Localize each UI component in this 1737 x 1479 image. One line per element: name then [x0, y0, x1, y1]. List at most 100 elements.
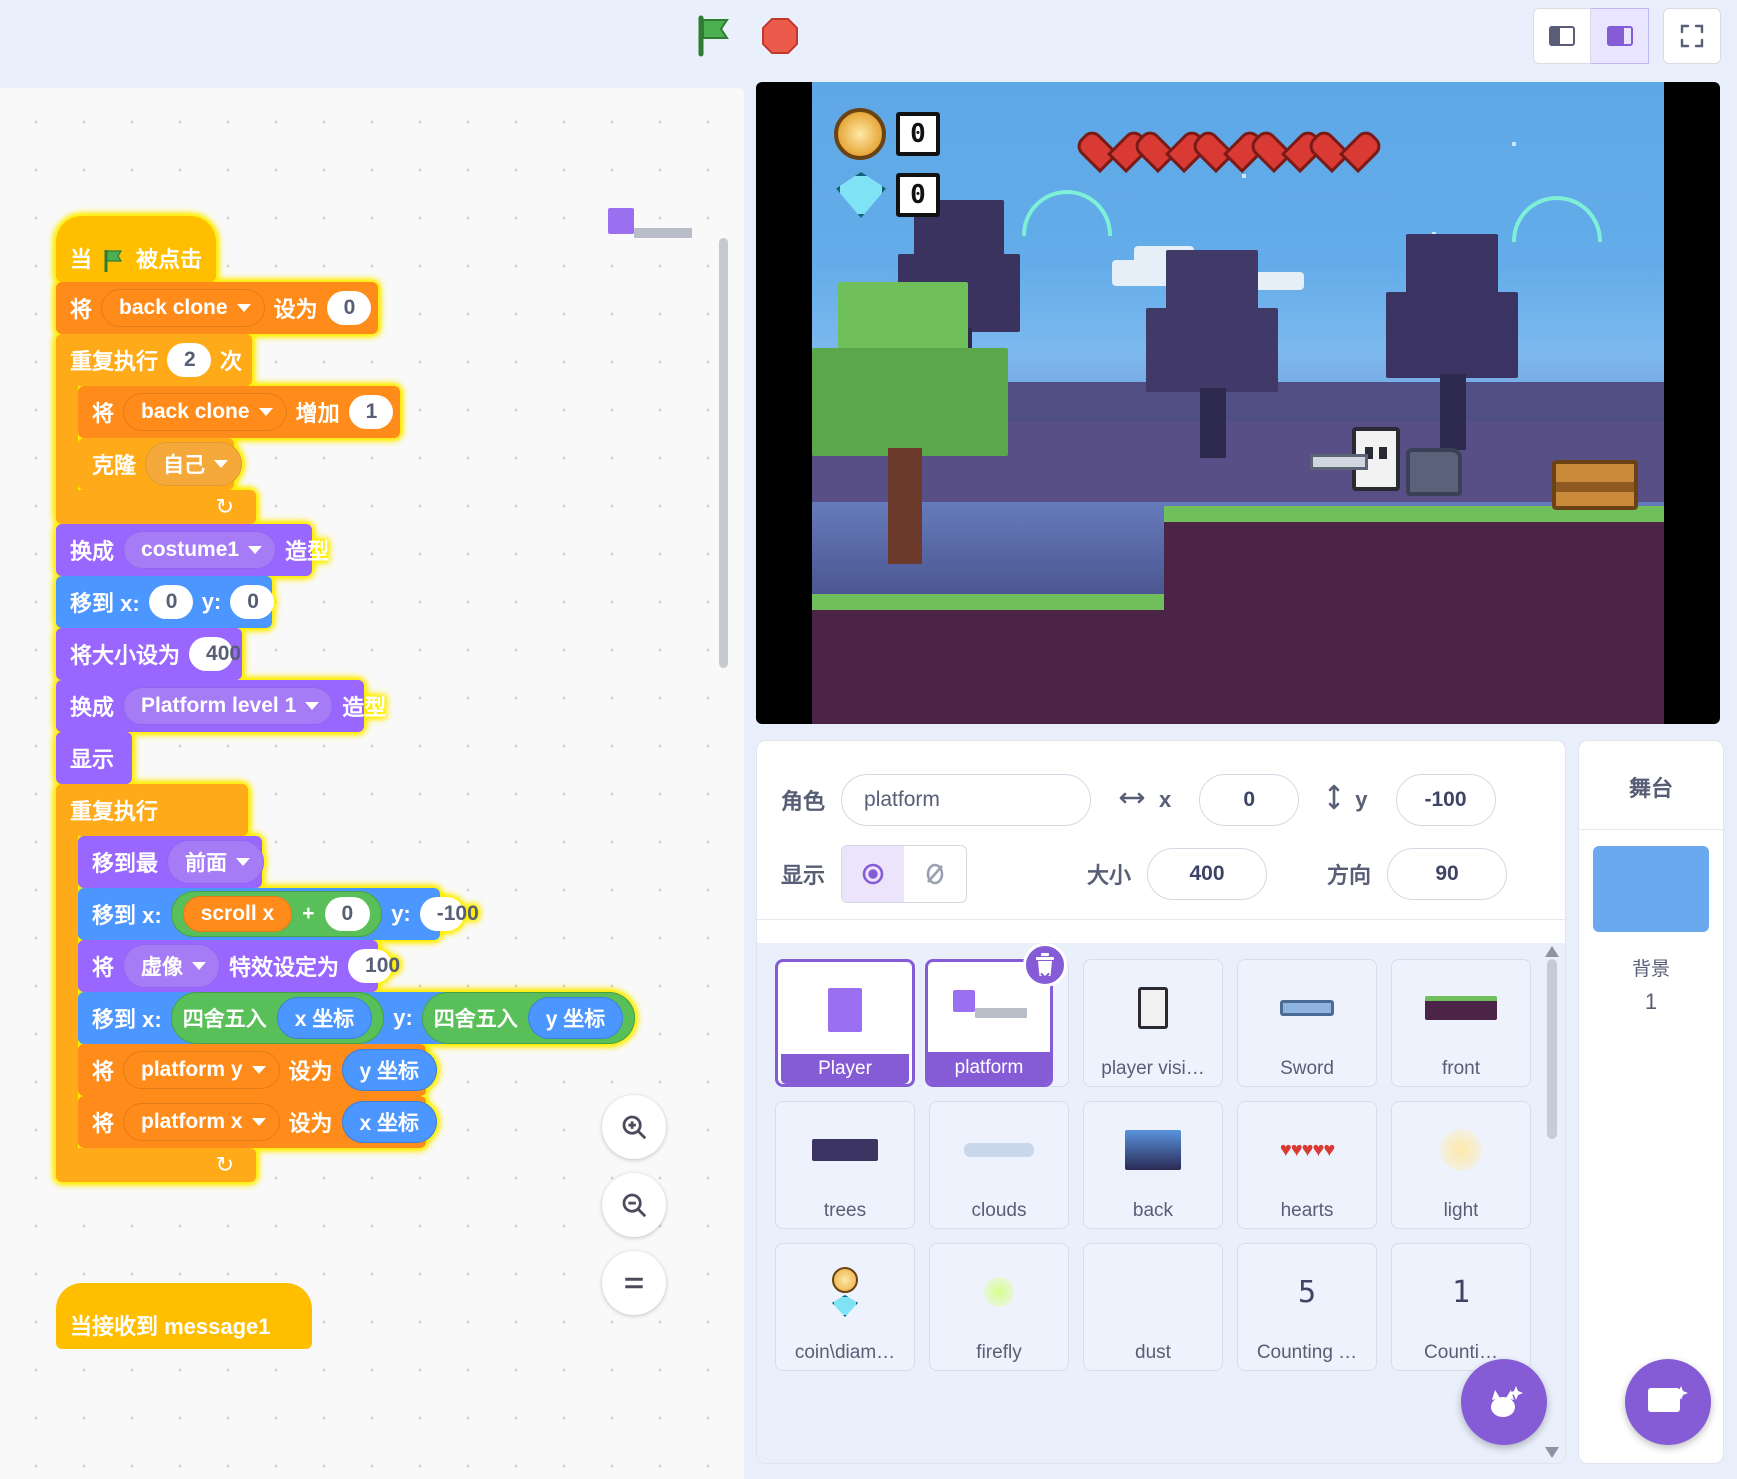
code-area[interactable]: 当 被点击 将 back clone 设为 0 重复执行 2 次 将 back …	[0, 0, 744, 1479]
forever-header[interactable]: 重复执行	[56, 784, 248, 836]
operator-round-x[interactable]: 四舍五入 x 坐标	[170, 992, 385, 1044]
reporter-x-position[interactable]: x 坐标	[341, 1101, 438, 1143]
effect-value-input[interactable]: 100	[348, 948, 400, 984]
effect-dropdown[interactable]: 虚像	[123, 944, 221, 988]
stage-canvas[interactable]: 0 0	[812, 82, 1664, 724]
layout-small-stage-button[interactable]	[1533, 8, 1591, 64]
sprite-card-firefly[interactable]: firefly	[929, 1243, 1069, 1371]
sprite-card-player[interactable]: Player	[775, 959, 915, 1087]
block-show[interactable]: 显示	[56, 732, 132, 784]
zoom-out-button[interactable]	[602, 1173, 666, 1237]
addend-input[interactable]: 0	[324, 896, 371, 932]
scroll-up-arrow-icon[interactable]	[1545, 945, 1559, 959]
block-switch-costume-costume1[interactable]: 换成 costume1 造型	[56, 524, 329, 576]
zoom-controls[interactable]	[602, 1095, 666, 1329]
repeat-header[interactable]: 重复执行 2 次	[56, 334, 252, 386]
show-visible-button[interactable]	[842, 846, 905, 902]
chevron-down-icon	[214, 460, 229, 468]
sprite-card-light[interactable]: light	[1391, 1101, 1531, 1229]
forever-body[interactable]: 移到最 前面 移到 x: scroll x + 0 y: -100 将 虚像 特…	[78, 836, 636, 1148]
y-input[interactable]: -100	[1395, 774, 1496, 826]
sprite-list-scrollbar[interactable]	[1547, 959, 1557, 1139]
sprite-card-back[interactable]: back	[1083, 1101, 1223, 1229]
sprite-card-coin-diamond[interactable]: coin\diam…	[775, 1243, 915, 1371]
sprite-card-hearts[interactable]: ♥♥♥♥♥ hearts	[1237, 1101, 1377, 1229]
sprite-card-counting-1[interactable]: 5 Counting …	[1237, 1243, 1377, 1371]
repeat-count-input[interactable]: 2	[167, 342, 212, 378]
block-when-flag-clicked[interactable]: 当 被点击	[56, 216, 216, 282]
size-input[interactable]: 400	[1147, 848, 1268, 900]
sprite-list-container[interactable]: Player player visi… Sword front trees cl…	[757, 943, 1565, 1463]
value-input[interactable]: 0	[326, 290, 371, 326]
direction-input[interactable]: 90	[1387, 848, 1508, 900]
block-set-platform-y[interactable]: 将 platform y 设为 y 坐标	[78, 1044, 438, 1096]
stage-panel-title: 舞台	[1628, 776, 1673, 801]
layout-buttons[interactable]	[1533, 8, 1721, 64]
costume-dropdown-2[interactable]: Platform level 1	[123, 687, 334, 725]
block-switch-costume-platform-level-1[interactable]: 换成 Platform level 1 造型	[56, 680, 386, 732]
sprite-card-front[interactable]: front	[1391, 959, 1531, 1087]
x-input[interactable]: 0	[1199, 774, 1300, 826]
block-set-ghost-effect[interactable]: 将 虚像 特效设定为 100	[78, 940, 400, 992]
visibility-toggle-group[interactable]	[841, 845, 968, 903]
costume-dropdown[interactable]: costume1	[123, 531, 277, 569]
show-hidden-button[interactable]	[904, 846, 966, 902]
block-go-to-rounded-xy[interactable]: 移到 x: 四舍五入 x 坐标 y: 四舍五入 y 坐标	[78, 992, 636, 1044]
sprite-card-trees[interactable]: trees	[775, 1101, 915, 1229]
block-when-i-receive-message1-partial[interactable]: 当接收到 message1	[56, 1283, 312, 1349]
x-input[interactable]: 0	[148, 584, 193, 620]
block-set-back-clone-to[interactable]: 将 back clone 设为 0	[56, 282, 378, 334]
layer-dropdown[interactable]: 前面	[167, 840, 265, 884]
add-backdrop-button[interactable]	[1625, 1359, 1711, 1445]
sprite-card-sword[interactable]: Sword	[1237, 959, 1377, 1087]
scroll-down-arrow-icon[interactable]	[1545, 1445, 1559, 1459]
y-input[interactable]: -100	[419, 896, 479, 932]
operator-add[interactable]: scroll x + 0	[170, 891, 383, 937]
sprite-name-input[interactable]: platform	[841, 774, 1092, 826]
block-set-size-to[interactable]: 将大小设为 400	[56, 628, 242, 680]
fullscreen-button[interactable]	[1663, 8, 1721, 64]
stage-selector-panel[interactable]: 舞台 背景 1	[1578, 740, 1724, 1464]
block-create-clone-of[interactable]: 克隆 自己	[78, 438, 243, 490]
block-set-platform-x[interactable]: 将 platform x 设为 x 坐标	[78, 1096, 438, 1148]
sprite-panel[interactable]: 角色 platform x 0 y -100 显示 大小 400 方向 90 P…	[756, 740, 1566, 1464]
value-input[interactable]: 1	[348, 394, 393, 430]
code-area-scrollbar[interactable]	[719, 238, 728, 668]
block-go-to-xy[interactable]: 移到 x: 0 y: 0	[56, 576, 275, 628]
delete-sprite-button[interactable]: ✕	[1023, 943, 1067, 987]
operator-round-y[interactable]: 四舍五入 y 坐标	[421, 992, 636, 1044]
sprite-card-dust[interactable]: dust	[1083, 1243, 1223, 1371]
zoom-reset-button[interactable]	[602, 1251, 666, 1315]
add-sprite-button[interactable]	[1461, 1359, 1547, 1445]
variable-scroll-x[interactable]: scroll x	[182, 896, 293, 932]
stage-backdrop-thumbnail[interactable]	[1593, 846, 1709, 932]
sprite-card-counting-2[interactable]: 1 Counti…	[1391, 1243, 1531, 1371]
sprite-list[interactable]: Player player visi… Sword front trees cl…	[757, 943, 1565, 1387]
layout-large-stage-button[interactable]	[1591, 8, 1649, 64]
variable-dropdown-platform-y[interactable]: platform y	[123, 1051, 280, 1089]
block-repeat-times[interactable]: 重复执行 2 次 将 back clone 增加 1 克隆 自己 ↻	[56, 334, 590, 524]
zoom-in-button[interactable]	[602, 1095, 666, 1159]
reporter-x-position[interactable]: x 坐标	[276, 997, 373, 1039]
script-when-flag-clicked[interactable]: 当 被点击 将 back clone 设为 0 重复执行 2 次 将 back …	[56, 216, 636, 1182]
stage-display[interactable]: 0 0	[756, 82, 1720, 724]
green-flag-button[interactable]	[686, 8, 742, 64]
repeat-body[interactable]: 将 back clone 增加 1 克隆 自己	[78, 386, 590, 490]
variable-dropdown-back-clone[interactable]: back clone	[101, 289, 265, 327]
block-forever[interactable]: 重复执行 移到最 前面 移到 x: scroll x + 0 y: -100 将…	[56, 784, 636, 1182]
block-go-to-scrollx-y[interactable]: 移到 x: scroll x + 0 y: -100	[78, 888, 479, 940]
reporter-y-position[interactable]: y 坐标	[527, 997, 624, 1039]
variable-dropdown-platform-x[interactable]: platform x	[123, 1103, 280, 1141]
y-input[interactable]: 0	[230, 584, 275, 620]
clone-target-dropdown[interactable]: 自己	[145, 442, 243, 486]
block-go-to-front-layer[interactable]: 移到最 前面	[78, 836, 265, 888]
size-input[interactable]: 400	[189, 636, 241, 672]
variable-dropdown-back-clone-2[interactable]: back clone	[123, 393, 287, 431]
code-canvas[interactable]: 当 被点击 将 back clone 设为 0 重复执行 2 次 将 back …	[0, 88, 744, 1479]
stop-button[interactable]	[752, 8, 808, 64]
sprite-card-platform-selected[interactable]: platform ✕	[925, 943, 1067, 1087]
reporter-y-position[interactable]: y 坐标	[341, 1049, 438, 1091]
sprite-card-clouds[interactable]: clouds	[929, 1101, 1069, 1229]
sprite-card-player-visi[interactable]: player visi…	[1083, 959, 1223, 1087]
block-change-back-clone-by[interactable]: 将 back clone 增加 1	[78, 386, 400, 438]
